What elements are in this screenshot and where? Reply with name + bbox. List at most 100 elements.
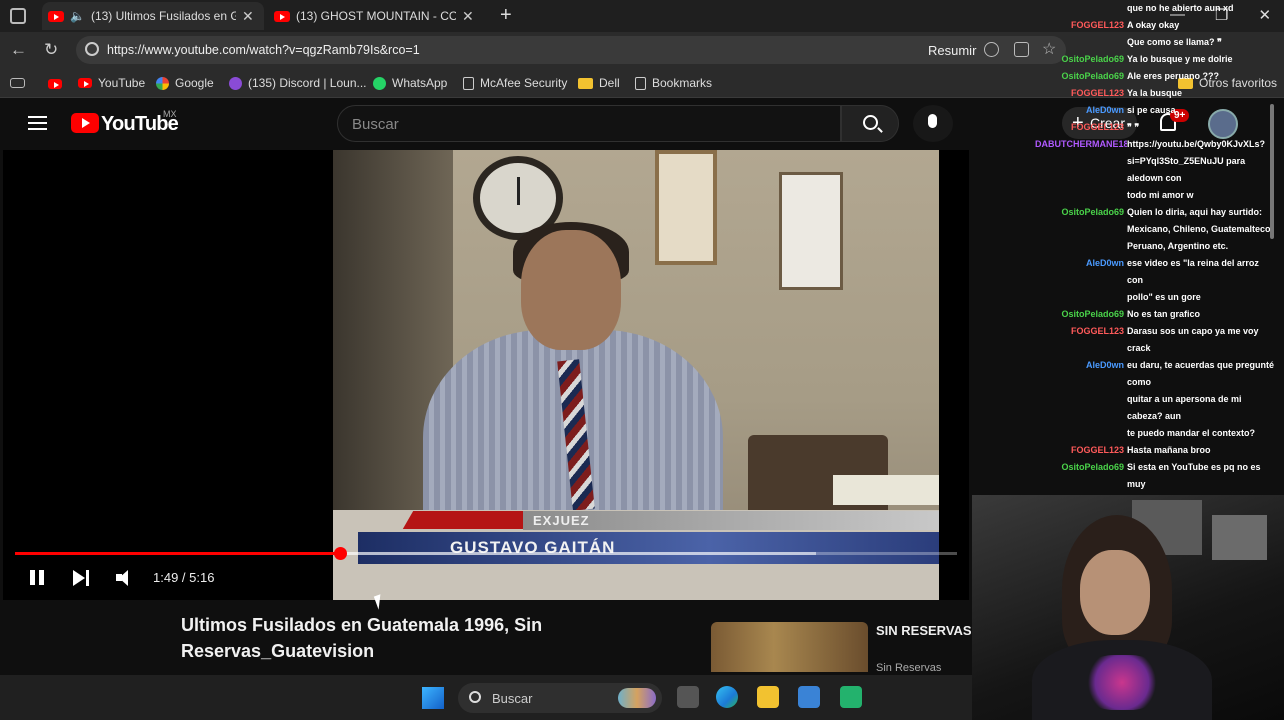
chat-message: OsitoPelado69 No es tan grafico: [1035, 306, 1284, 323]
bookmark-mcafee[interactable]: McAfee Security: [463, 76, 567, 90]
reload-icon[interactable]: ↻: [44, 40, 58, 60]
site-info-icon[interactable]: [85, 42, 99, 56]
edge-icon[interactable]: [716, 686, 738, 708]
chat-username: [1035, 238, 1127, 255]
chat-text: ❞ ❞: [1127, 122, 1140, 132]
chat-text: A okay okay: [1127, 20, 1180, 30]
youtube-red-icon[interactable]: [48, 79, 62, 89]
address-bar[interactable]: https://www.youtube.com/watch?v=qgzRamb7…: [76, 36, 1066, 64]
search-input[interactable]: Buscar: [337, 105, 841, 142]
bookmark-google[interactable]: Google: [156, 76, 214, 90]
recommendation-channel[interactable]: Sin Reservas: [876, 662, 971, 674]
whatsapp-icon: [373, 76, 386, 90]
close-tab-icon[interactable]: ✕: [462, 8, 474, 25]
progress-scrubber[interactable]: [333, 547, 347, 560]
chat-username: DABUTCHERMANE187: [1035, 139, 1127, 149]
store-icon[interactable]: [798, 686, 820, 708]
chat-message: que no he abierto aun xd: [1035, 0, 1284, 17]
app-available-icon[interactable]: [1014, 42, 1029, 57]
new-tab-button[interactable]: +: [500, 4, 512, 27]
youtube-logo-icon[interactable]: [71, 113, 99, 133]
progress-played: [15, 552, 340, 555]
menu-icon[interactable]: [28, 116, 47, 130]
chat-text: Ale eres peruano ???: [1127, 71, 1220, 81]
recommendation-title[interactable]: SIN RESERVAS (TERCER BLOQUE: [876, 622, 971, 640]
collections-icon[interactable]: [10, 78, 25, 88]
speaker-icon[interactable]: 🔈: [70, 9, 85, 23]
url-text[interactable]: https://www.youtube.com/watch?v=qgzRamb7…: [107, 43, 420, 57]
chat-text: te puedo mandar el contexto?: [1127, 428, 1256, 438]
chat-message: OsitoPelado69 Ale eres peruano ???: [1035, 68, 1284, 85]
bookmark-label: Bookmarks: [652, 76, 713, 90]
scrollbar[interactable]: [1270, 104, 1274, 239]
search-icon: [863, 115, 878, 130]
voice-search-button[interactable]: [913, 105, 953, 142]
bookmark-label: (135) Discord | Loun...: [248, 76, 367, 90]
app-icon[interactable]: [840, 686, 862, 708]
chat-text: https://youtu.be/Qwby0KJvXLs?: [1127, 139, 1266, 149]
youtube-favicon-icon: [48, 10, 64, 22]
chat-text: si=PYql3Sto_Z5ENuJU para aledown con: [1127, 156, 1246, 183]
youtube-favicon-icon: [78, 78, 92, 88]
taskbar-search[interactable]: Buscar: [458, 683, 662, 713]
time-display: 1:49 / 5:16: [153, 570, 215, 585]
chat-text: Si esta en YouTube es pq no es muy: [1127, 462, 1261, 489]
lower-third-name: GUSTAVO GAITÁN: [450, 538, 616, 557]
chat-message: FOGGEL123 Darasu sos un capo ya me voy cr…: [1035, 323, 1284, 357]
next-button[interactable]: [73, 569, 91, 586]
progress-bar[interactable]: [15, 547, 957, 560]
discord-icon: [229, 76, 242, 90]
start-icon[interactable]: [422, 687, 444, 709]
recommendation-thumbnail[interactable]: [711, 622, 868, 672]
window-menu-icon[interactable]: [10, 8, 26, 24]
chat-text: si pe causa: [1127, 105, 1176, 115]
bookmark-label: WhatsApp: [392, 76, 448, 90]
search-icon: [469, 691, 481, 703]
chat-username: FOGGEL123: [1070, 445, 1124, 455]
chat-text: Peruano, Argentino etc.: [1127, 241, 1229, 251]
chat-message: FOGGEL123 ❞ ❞: [1035, 119, 1284, 136]
chat-username: FOGGEL123: [1070, 326, 1124, 336]
country-code: MX: [163, 109, 177, 119]
chat-username: AleD0wn: [1085, 258, 1124, 268]
chat-username: [1035, 289, 1127, 306]
papers: [833, 475, 939, 505]
tab-ghost-mountain[interactable]: (13) GHOST MOUNTAIN - COIL (c ✕: [270, 2, 488, 30]
bookmark-bookmarks[interactable]: Bookmarks: [635, 76, 712, 90]
lower-third-role: EXJUEZ: [533, 513, 590, 528]
folder-icon: [578, 77, 593, 89]
chat-message: quitar a un apersona de mi cabeza? aun: [1035, 391, 1284, 425]
wall-poster: [1212, 515, 1267, 560]
tab-ultimos-fusilados[interactable]: 🔈 (13) Ultimos Fusilados en Gu ✕: [42, 2, 264, 30]
search-button[interactable]: [841, 105, 899, 142]
chat-username: OsitoPelado69: [1061, 71, 1124, 81]
video-player[interactable]: EXJUEZ GUSTAVO GAITÁN 1:49 / 5:16: [3, 150, 969, 600]
lower-third-accent: [402, 511, 534, 529]
bookmark-whatsapp[interactable]: WhatsApp: [373, 76, 447, 90]
bookmark-label: McAfee Security: [480, 76, 568, 90]
chat-username: [1035, 187, 1127, 204]
lower-third: EXJUEZ GUSTAVO GAITÁN: [333, 510, 939, 566]
chat-text: ese video es "la reina del arroz con: [1127, 258, 1259, 285]
back-icon[interactable]: ←: [10, 40, 27, 60]
chat-message: pollo" es un gore: [1035, 289, 1284, 306]
chat-username: OsitoPelado69: [1061, 462, 1124, 472]
task-view-icon[interactable]: [677, 686, 699, 708]
chat-message: AleD0wn eu daru, te acuerdas que pregunté…: [1035, 357, 1284, 391]
chat-message: OsitoPelado69 Si esta en YouTube es pq no…: [1035, 459, 1284, 493]
tab-title: (13) Ultimos Fusilados en Gu: [90, 9, 236, 23]
chat-username: [1035, 153, 1127, 187]
bookmark-youtube[interactable]: YouTube: [78, 76, 145, 90]
bookmark-dell[interactable]: Dell: [578, 76, 620, 90]
close-tab-icon[interactable]: ✕: [242, 8, 254, 25]
resumir-button[interactable]: Resumir: [928, 43, 976, 58]
file-explorer-icon[interactable]: [757, 686, 779, 708]
chat-username: [1035, 0, 1127, 17]
pause-button[interactable]: [30, 570, 44, 585]
bookmark-discord[interactable]: (135) Discord | Loun...: [229, 76, 367, 90]
chat-message: todo mi amor w: [1035, 187, 1284, 204]
volume-icon[interactable]: [116, 569, 138, 586]
youtube-favicon-icon: [274, 10, 290, 22]
read-aloud-icon[interactable]: [984, 42, 999, 57]
person-face: [521, 230, 621, 350]
